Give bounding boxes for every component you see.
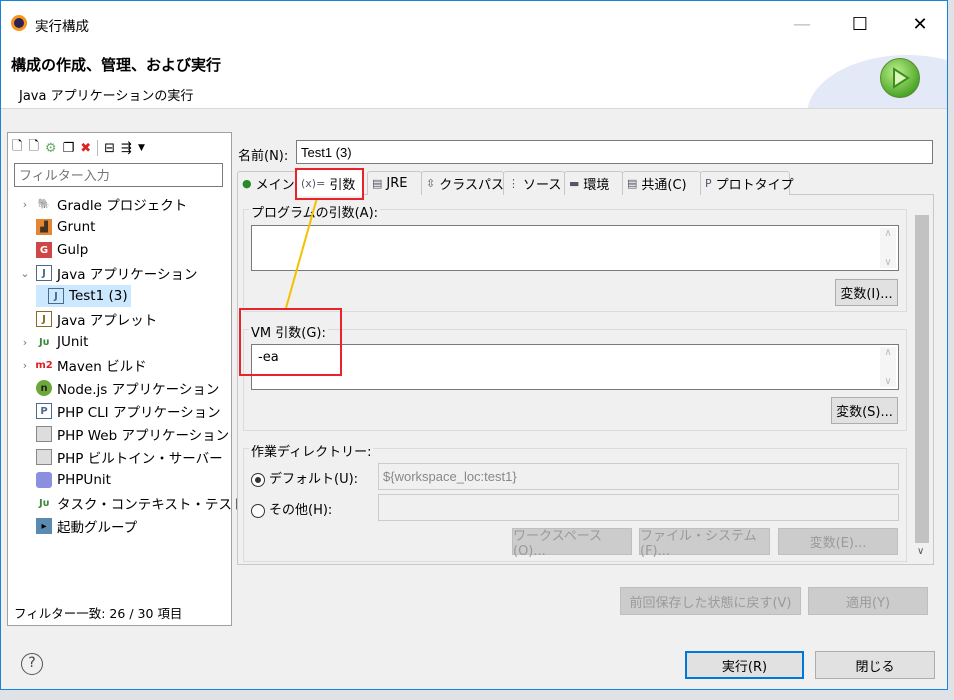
- annotation-arrow: [285, 197, 318, 309]
- run-configurations-dialog: 実行構成 — ☐ ✕ 構成の作成、管理、および実行 Java アプリケーションの…: [0, 0, 948, 690]
- vm-args-highlight: [239, 308, 342, 376]
- args-tab-highlight: [295, 168, 364, 200]
